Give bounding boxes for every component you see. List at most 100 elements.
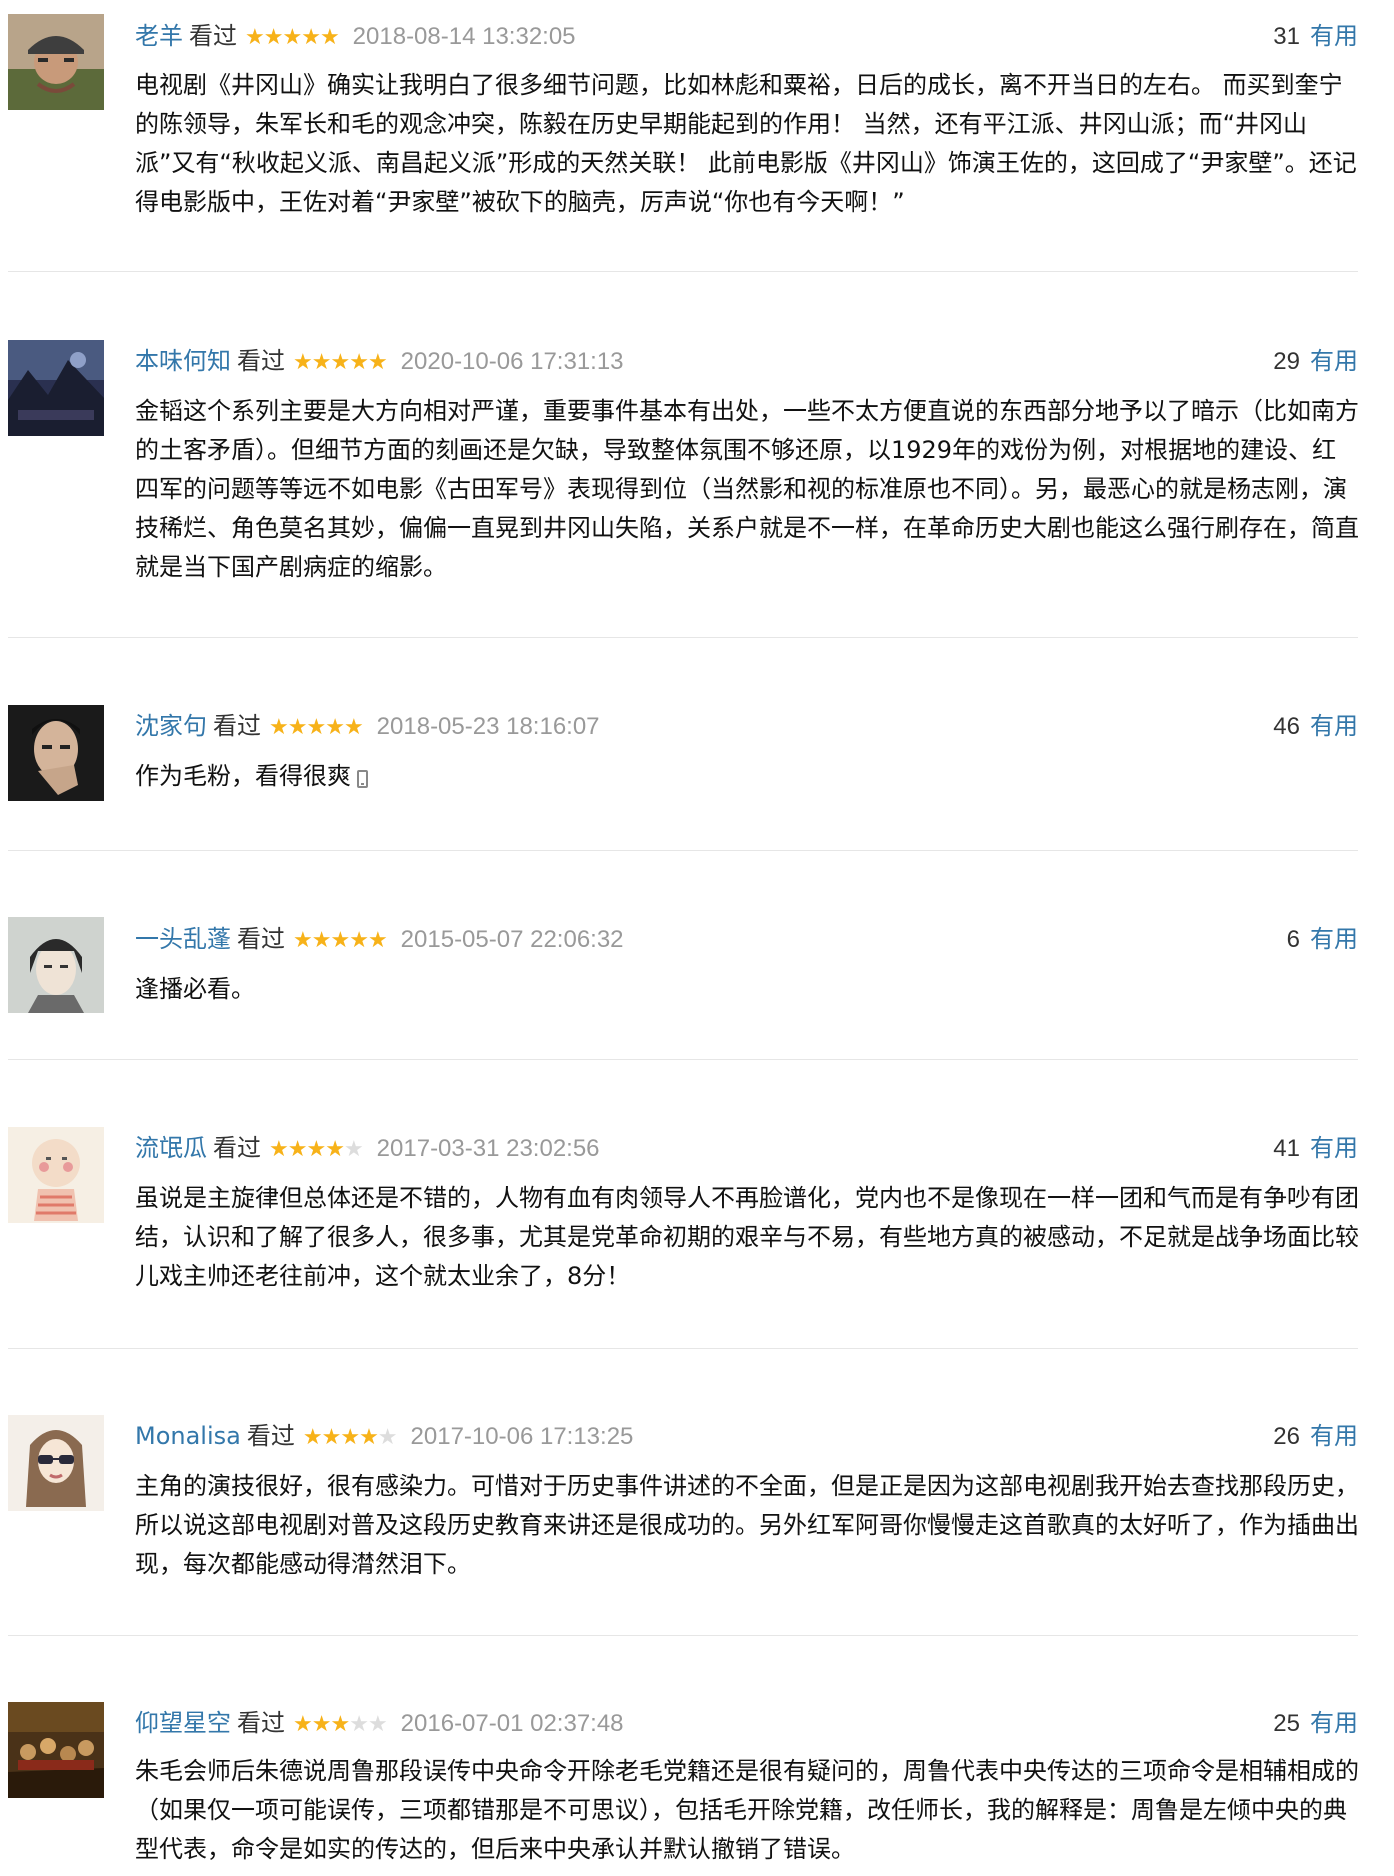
star-icon: ★	[330, 350, 350, 375]
review-time: 2020-10-06 17:31:13	[400, 348, 624, 375]
rating-stars: ★★★★★	[269, 1132, 364, 1168]
girl-sunglasses-avatar[interactable]	[8, 1415, 104, 1511]
vote-area: 31 有用	[1273, 18, 1358, 54]
useful-button[interactable]: 有用	[1310, 712, 1358, 740]
watched-status: 看过	[213, 1134, 261, 1162]
star-icon: ★	[325, 715, 345, 740]
rating-stars: ★★★★★	[293, 923, 388, 959]
username-link[interactable]: Monalisa	[135, 1422, 241, 1450]
review-content: 作为毛粉，看得很爽	[135, 757, 1360, 796]
review-content: 主角的演技很好，很有感染力。可惜对于历史事件讲述的不全面，但是正是因为这部电视剧…	[135, 1472, 1359, 1578]
star-icon: ★	[293, 350, 313, 375]
vote-area: 46 有用	[1273, 708, 1358, 744]
star-icon: ★	[330, 1712, 350, 1737]
divider	[8, 271, 1358, 272]
review-content: 虽说是主旋律但总体还是不错的，人物有血有肉领导人不再脸谱化，党内也不是像现在一样…	[135, 1184, 1359, 1290]
star-icon: ★	[340, 1425, 360, 1450]
divider	[8, 637, 1358, 638]
star-icon: ★	[245, 25, 265, 50]
vote-area: 25 有用	[1273, 1705, 1358, 1741]
star-icon: ★	[293, 1712, 313, 1737]
useful-button[interactable]: 有用	[1310, 1134, 1358, 1162]
vote-area: 41 有用	[1273, 1130, 1358, 1166]
star-icon: ★	[349, 928, 369, 953]
vote-count: 41	[1273, 1135, 1300, 1162]
vote-count: 26	[1273, 1423, 1300, 1450]
vote-area: 6 有用	[1287, 921, 1358, 957]
rating-stars: ★★★★★	[269, 710, 364, 746]
useful-button[interactable]: 有用	[1310, 22, 1358, 50]
star-icon: ★	[325, 1137, 345, 1162]
username-link[interactable]: 流氓瓜	[135, 1134, 207, 1162]
rating-stars: ★★★★★	[293, 345, 388, 381]
vote-count: 6	[1286, 926, 1300, 953]
useful-button[interactable]: 有用	[1310, 1422, 1358, 1450]
review-time: 2018-08-14 13:32:05	[352, 23, 576, 50]
dark-landscape-avatar[interactable]	[8, 340, 104, 436]
username-link[interactable]: 本味何知	[135, 347, 231, 375]
review-meta: 仰望星空 看过 ★★★★★ 2016-07-01 02:37:48	[135, 1705, 624, 1741]
star-empty-icon: ★	[349, 1712, 369, 1737]
review-meta: 一头乱蓬 看过 ★★★★★ 2015-05-07 22:06:32	[135, 921, 624, 957]
cartoon-baby-avatar[interactable]	[8, 1127, 104, 1223]
useful-button[interactable]: 有用	[1310, 1709, 1358, 1737]
vote-count: 29	[1273, 348, 1300, 375]
mobile-phone-icon	[357, 770, 368, 788]
review-text: 作为毛粉，看得很爽	[135, 762, 351, 790]
star-icon: ★	[293, 928, 313, 953]
star-icon: ★	[321, 1425, 342, 1450]
review-content: 电视剧《井冈山》确实让我明白了很多细节问题，比如林彪和粟裕，日后的成长，离不开当…	[135, 71, 1357, 216]
divider	[8, 1059, 1358, 1060]
divider	[8, 1635, 1358, 1636]
man-portrait-avatar[interactable]	[8, 705, 104, 801]
review-time: 2016-07-01 02:37:48	[400, 1710, 624, 1737]
vote-area: 29 有用	[1273, 343, 1358, 379]
review-content: 金韬这个系列主要是大方向相对严谨，重要事件基本有出处，一些不太方便直说的东西部分…	[135, 397, 1359, 581]
watched-status: 看过	[246, 1422, 295, 1450]
review-meta: 老羊 看过 ★★★★★ 2018-08-14 13:32:05	[135, 18, 576, 54]
star-icon: ★	[269, 715, 289, 740]
username-link[interactable]: 老羊	[135, 22, 183, 50]
star-empty-icon: ★	[367, 1712, 388, 1737]
star-empty-icon: ★	[377, 1425, 398, 1450]
star-icon: ★	[311, 350, 332, 375]
watched-status: 看过	[237, 347, 285, 375]
man-in-cap-avatar[interactable]	[8, 14, 104, 110]
vote-count: 25	[1273, 1710, 1300, 1737]
watched-status: 看过	[237, 925, 285, 953]
star-icon: ★	[311, 928, 332, 953]
useful-button[interactable]: 有用	[1310, 925, 1358, 953]
review-meta: Monalisa 看过 ★★★★★ 2017-10-06 17:13:25	[135, 1418, 633, 1454]
star-icon: ★	[302, 1425, 323, 1450]
vote-count: 46	[1273, 713, 1300, 740]
rating-stars: ★★★★★	[293, 1707, 388, 1743]
watched-status: 看过	[189, 22, 237, 50]
star-icon: ★	[287, 715, 308, 740]
star-icon: ★	[263, 25, 284, 50]
star-icon: ★	[343, 715, 364, 740]
crowd-painting-avatar[interactable]	[8, 1702, 104, 1798]
star-empty-icon: ★	[343, 1137, 364, 1162]
watched-status: 看过	[213, 712, 261, 740]
watched-status: 看过	[237, 1709, 285, 1737]
username-link[interactable]: 一头乱蓬	[135, 925, 231, 953]
star-icon: ★	[301, 25, 321, 50]
review-time: 2015-05-07 22:06:32	[400, 926, 624, 953]
star-icon: ★	[330, 928, 350, 953]
star-icon: ★	[306, 715, 326, 740]
useful-button[interactable]: 有用	[1310, 347, 1358, 375]
username-link[interactable]: 仰望星空	[135, 1709, 231, 1737]
star-icon: ★	[269, 1137, 289, 1162]
star-icon: ★	[306, 1137, 326, 1162]
star-icon: ★	[287, 1137, 308, 1162]
divider	[8, 1348, 1358, 1349]
username-link[interactable]: 沈家句	[135, 712, 207, 740]
star-icon: ★	[359, 1425, 379, 1450]
rating-stars: ★★★★★	[302, 1420, 398, 1456]
review-time: 2017-10-06 17:13:25	[410, 1423, 634, 1450]
review-time: 2017-03-31 23:02:56	[376, 1135, 600, 1162]
star-icon: ★	[367, 928, 388, 953]
vote-area: 26 有用	[1273, 1418, 1358, 1454]
anime-boy-avatar[interactable]	[8, 917, 104, 1013]
star-icon: ★	[349, 350, 369, 375]
